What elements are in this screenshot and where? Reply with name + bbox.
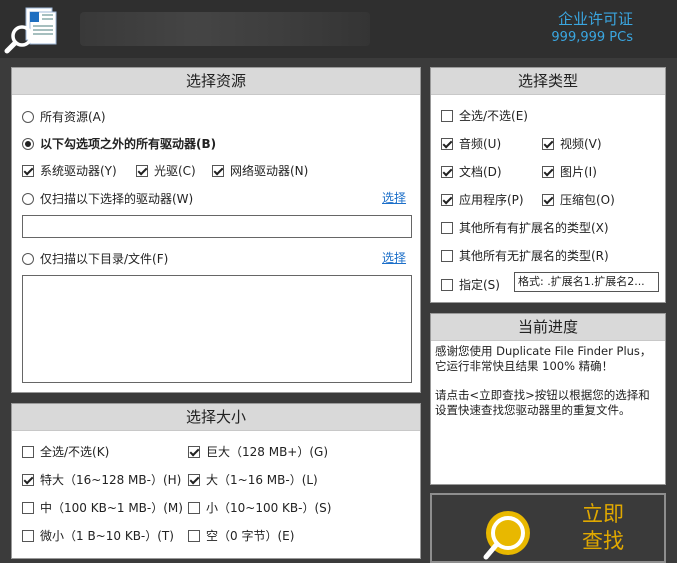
- blurred-title: [80, 12, 370, 46]
- checkbox-type-all[interactable]: 全选/不选(E): [441, 107, 528, 124]
- checkbox-size-tiny[interactable]: 微小（1 B~10 KB-）(T): [22, 527, 174, 544]
- progress-line-2: 请点击<立即查找>按钮以根据您的选择和设置快速查找您驱动器里的重复文件。: [435, 388, 650, 417]
- radio-button[interactable]: [22, 252, 34, 265]
- radio-button[interactable]: [22, 137, 34, 150]
- checkbox-type-specify[interactable]: 指定(S): [441, 276, 500, 293]
- checkbox[interactable]: [188, 473, 200, 486]
- types-panel: 选择类型 全选/不选(E) 音频(U) 视频(V) 文档(D) 图片(I) 应用…: [430, 67, 666, 303]
- checkbox-type-video[interactable]: 视频(V): [542, 135, 602, 152]
- checkbox-type-document[interactable]: 文档(D): [441, 163, 502, 180]
- checkbox[interactable]: [188, 501, 200, 514]
- checkbox[interactable]: [542, 137, 554, 150]
- checkbox-size-small[interactable]: 小（10~100 KB-）(S): [188, 499, 331, 516]
- checkbox[interactable]: [441, 249, 453, 262]
- checkbox[interactable]: [441, 193, 453, 206]
- progress-title: 当前进度: [431, 314, 665, 341]
- dirs-input[interactable]: [22, 275, 412, 383]
- checkbox-size-medium[interactable]: 中（100 KB~1 MB-）(M): [22, 499, 183, 516]
- scan-now-button[interactable]: 立即 查找: [430, 493, 666, 563]
- radio-only-dirs[interactable]: 仅扫描以下目录/文件(F): [22, 250, 168, 267]
- drives-input[interactable]: [22, 215, 412, 238]
- progress-panel: 当前进度 感谢您使用 Duplicate File Finder Plus，它运…: [430, 313, 666, 485]
- checkbox-size-very-large[interactable]: 特大（16~128 MB-）(H): [22, 471, 181, 488]
- checkbox[interactable]: [441, 137, 453, 150]
- checkbox-size-large[interactable]: 大（1~16 MB-）(L): [188, 471, 318, 488]
- checkbox[interactable]: [22, 445, 34, 458]
- radio-only-selected-drives[interactable]: 仅扫描以下选择的驱动器(W): [22, 190, 193, 207]
- checkbox[interactable]: [22, 473, 34, 486]
- checkbox-type-image[interactable]: 图片(I): [542, 163, 597, 180]
- scan-now-label: 立即 查找: [582, 502, 624, 553]
- license-count: 999,999 PCs: [551, 30, 633, 45]
- resources-title: 选择资源: [12, 68, 420, 95]
- select-drives-link[interactable]: 选择: [382, 189, 406, 206]
- checkbox-network[interactable]: 网络驱动器(N): [212, 162, 308, 179]
- radio-all-resources[interactable]: 所有资源(A): [22, 108, 106, 125]
- document-search-icon: [4, 7, 57, 54]
- checkbox[interactable]: [542, 165, 554, 178]
- checkbox-system-drive[interactable]: 系统驱动器(Y): [22, 162, 117, 179]
- checkbox-type-archive[interactable]: 压缩包(O): [542, 191, 615, 208]
- checkbox-type-other-with-ext[interactable]: 其他所有有扩展名的类型(X): [441, 219, 609, 236]
- radio-button[interactable]: [22, 110, 34, 123]
- checkbox[interactable]: [22, 501, 34, 514]
- checkbox-size-all[interactable]: 全选/不选(K): [22, 443, 109, 460]
- checkbox-type-audio[interactable]: 音频(U): [441, 135, 501, 152]
- checkbox[interactable]: [441, 221, 453, 234]
- checkbox[interactable]: [441, 109, 453, 122]
- sizes-title: 选择大小: [12, 404, 420, 431]
- checkbox-type-application[interactable]: 应用程序(P): [441, 191, 524, 208]
- checkbox-type-other-without-ext[interactable]: 其他所有无扩展名的类型(R): [441, 247, 609, 264]
- checkbox-size-empty[interactable]: 空（0 字节）(E): [188, 527, 294, 544]
- app-header: 企业许可证 999,999 PCs: [0, 0, 677, 58]
- checkbox[interactable]: [188, 529, 200, 542]
- checkbox[interactable]: [22, 529, 34, 542]
- license-type: 企业许可证: [557, 10, 633, 28]
- radio-except-selected[interactable]: 以下勾选项之外的所有驱动器(B): [22, 135, 216, 152]
- checkbox[interactable]: [441, 278, 453, 291]
- checkbox[interactable]: [441, 165, 453, 178]
- sizes-panel: 选择大小 全选/不选(K) 巨大（128 MB+）(G) 特大（16~128 M…: [11, 403, 421, 559]
- checkbox[interactable]: [542, 193, 554, 206]
- checkbox-size-huge[interactable]: 巨大（128 MB+）(G): [188, 443, 328, 460]
- checkbox[interactable]: [136, 164, 148, 177]
- checkbox[interactable]: [188, 445, 200, 458]
- checkbox[interactable]: [22, 164, 34, 177]
- select-dirs-link[interactable]: 选择: [382, 249, 406, 266]
- types-title: 选择类型: [431, 68, 665, 95]
- format-input[interactable]: 格式: .扩展名1.扩展名2...: [514, 272, 659, 292]
- progress-line-1: 感谢您使用 Duplicate File Finder Plus，它运行非常快且…: [435, 344, 652, 373]
- checkbox-optical[interactable]: 光驱(C): [136, 162, 196, 179]
- checkbox[interactable]: [212, 164, 224, 177]
- radio-button[interactable]: [22, 192, 34, 205]
- magnifier-icon: [483, 511, 530, 560]
- progress-log: 感谢您使用 Duplicate File Finder Plus，它运行非常快且…: [431, 341, 665, 435]
- resources-panel: 选择资源 所有资源(A) 以下勾选项之外的所有驱动器(B) 系统驱动器(Y) 光…: [11, 67, 421, 393]
